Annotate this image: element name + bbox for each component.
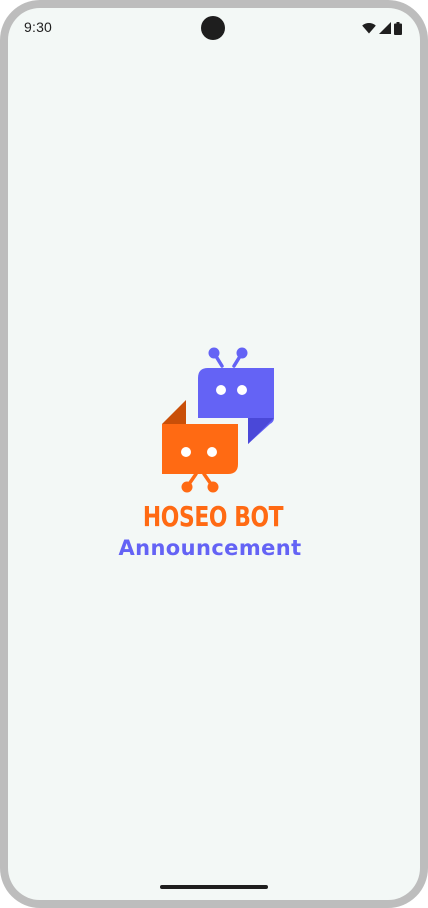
status-bar: 9:30 bbox=[8, 8, 420, 48]
battery-icon bbox=[394, 21, 402, 35]
device-frame: 9:30 HOSEO BOT Announcement bbox=[0, 0, 428, 908]
splash-screen: 9:30 HOSEO BOT Announcement bbox=[8, 8, 420, 900]
chat-robots-logo-icon bbox=[124, 340, 296, 494]
app-logo: HOSEO BOT Announcement bbox=[118, 340, 301, 565]
logo-title: HOSEO BOT bbox=[142, 500, 284, 533]
status-time: 9:30 bbox=[24, 19, 53, 35]
cellular-signal-icon bbox=[379, 22, 391, 34]
camera-cutout bbox=[201, 16, 225, 40]
status-icons bbox=[362, 20, 402, 36]
home-indicator[interactable] bbox=[160, 885, 268, 889]
logo-subtitle: Announcement bbox=[118, 536, 302, 560]
wifi-icon bbox=[362, 22, 376, 34]
